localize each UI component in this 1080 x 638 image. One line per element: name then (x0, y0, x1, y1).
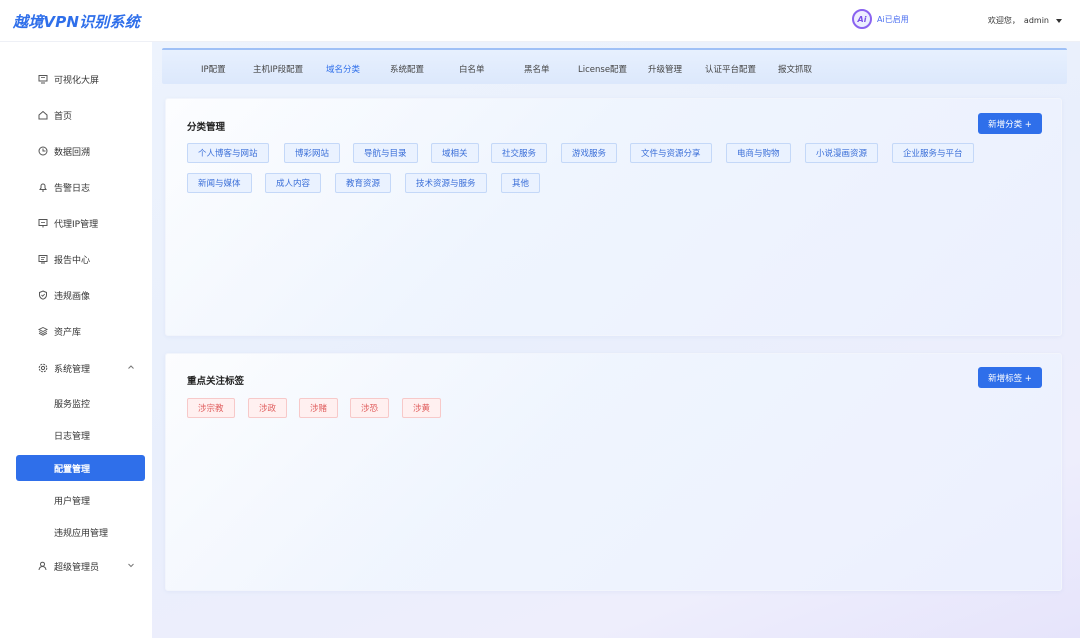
sidebar-item-violation-profile[interactable]: 违规画像 (16, 282, 145, 308)
sidebar-item-log-management[interactable]: 日志管理 (16, 422, 145, 448)
sidebar-item-label: 首页 (54, 111, 73, 122)
sidebar-item-data-trace[interactable]: 数据回溯 (16, 138, 145, 164)
focus-tags-card: 重点关注标签 新增标签 + 涉宗教 涉政 涉赌 涉恐 涉黄 (165, 353, 1062, 591)
focus-tag[interactable]: 涉黄 (402, 398, 442, 418)
sidebar-item-label: 资产库 (54, 327, 82, 338)
sidebar-item-asset-library[interactable]: 资产库 (16, 318, 145, 344)
tab-upgrade[interactable]: 升级管理 (648, 63, 682, 75)
sidebar-item-report-center[interactable]: 报告中心 (16, 246, 145, 272)
category-tag[interactable]: 博彩网站 (284, 143, 341, 163)
sidebar-item-label: 违规应用管理 (54, 528, 109, 539)
report-icon (38, 254, 48, 264)
sidebar: 可视化大屏 首页 数据回溯 告警日志 代理IP管理 报告中心 违规画像 资产库 … (0, 42, 152, 638)
tab-host-ip-range[interactable]: 主机IP段配置 (253, 63, 303, 75)
focus-tag[interactable]: 涉恐 (350, 398, 390, 418)
sidebar-item-system-management[interactable]: 系统管理 (16, 355, 145, 381)
welcome-text: 欢迎您， (987, 16, 1020, 25)
tab-system-config[interactable]: 系统配置 (390, 63, 424, 75)
sidebar-item-label: 服务监控 (54, 399, 91, 410)
sidebar-item-label: 违规画像 (54, 291, 91, 302)
focus-tag[interactable]: 涉政 (248, 398, 288, 418)
screen-icon (38, 74, 48, 84)
top-header: 越境VPN识别系统 Ai Ai已启用 欢迎您， admin (0, 0, 1080, 42)
tab-packet-capture[interactable]: 报文抓取 (778, 63, 812, 75)
sidebar-item-alert-log[interactable]: 告警日志 (16, 174, 145, 200)
category-tag[interactable]: 电商与购物 (726, 143, 791, 163)
user-menu[interactable]: 欢迎您， admin (988, 15, 1062, 26)
gear-icon (38, 363, 48, 373)
tab-license-config[interactable]: License配置 (578, 63, 627, 75)
shield-icon (38, 290, 48, 300)
sidebar-item-label: 代理IP管理 (54, 219, 99, 230)
sidebar-item-label: 系统管理 (54, 364, 91, 375)
card-title: 重点关注标签 (187, 376, 245, 387)
ai-status[interactable]: Ai Ai已启用 (852, 9, 909, 29)
category-tag[interactable]: 企业服务与平台 (892, 143, 974, 163)
card-title: 分类管理 (187, 122, 226, 133)
chevron-down-icon (127, 561, 135, 569)
caret-down-icon (1056, 18, 1062, 23)
category-tag[interactable]: 其他 (501, 173, 541, 193)
category-tag[interactable]: 游戏服务 (561, 143, 618, 163)
proxy-icon (38, 218, 48, 228)
focus-tag[interactable]: 涉宗教 (187, 398, 235, 418)
sidebar-item-label: 超级管理员 (54, 562, 100, 573)
sidebar-item-label: 数据回溯 (54, 147, 91, 158)
focus-tag[interactable]: 涉赌 (299, 398, 339, 418)
layers-icon (38, 326, 48, 336)
username: admin (1023, 16, 1049, 25)
sidebar-item-home[interactable]: 首页 (16, 102, 145, 128)
tab-ip-config[interactable]: IP配置 (201, 63, 226, 75)
user-icon (38, 561, 48, 571)
sidebar-item-label: 可视化大屏 (54, 75, 100, 86)
main-content: IP配置 主机IP段配置 域名分类 系统配置 白名单 黑名单 License配置… (152, 42, 1080, 638)
add-tag-button[interactable]: 新增标签 + (978, 367, 1042, 388)
sidebar-item-user-management[interactable]: 用户管理 (16, 487, 145, 513)
bell-icon (38, 182, 48, 192)
sidebar-item-config-management[interactable]: 配置管理 (16, 455, 145, 481)
clock-icon (38, 146, 48, 156)
sidebar-item-violation-app-management[interactable]: 违规应用管理 (16, 519, 145, 545)
ai-icon: Ai (852, 9, 872, 29)
category-tag[interactable]: 文件与资源分享 (630, 143, 712, 163)
sidebar-item-label: 日志管理 (54, 431, 91, 442)
tab-whitelist[interactable]: 白名单 (459, 63, 485, 75)
category-tag[interactable]: 技术资源与服务 (405, 173, 487, 193)
category-tag[interactable]: 教育资源 (335, 173, 392, 193)
add-category-button[interactable]: 新增分类 + (978, 113, 1042, 134)
category-management-card: 分类管理 新增分类 + 个人博客与网站 博彩网站 导航与目录 域相关 社交服务 … (165, 98, 1062, 336)
category-tag[interactable]: 域相关 (431, 143, 479, 163)
tab-domain-category[interactable]: 域名分类 (326, 63, 360, 75)
sidebar-item-proxy-ip[interactable]: 代理IP管理 (16, 210, 145, 236)
app-logo[interactable]: 越境VPN识别系统 (13, 11, 140, 32)
sidebar-item-label: 报告中心 (54, 255, 91, 266)
category-tag[interactable]: 小说漫画资源 (805, 143, 879, 163)
sidebar-item-service-monitor[interactable]: 服务监控 (16, 390, 145, 416)
sidebar-item-dashboard-screen[interactable]: 可视化大屏 (16, 66, 145, 92)
category-tag[interactable]: 个人博客与网站 (187, 143, 269, 163)
ai-status-label: Ai已启用 (877, 14, 909, 24)
category-tag[interactable]: 社交服务 (491, 143, 548, 163)
sidebar-item-label: 配置管理 (54, 464, 91, 475)
sidebar-item-super-admin[interactable]: 超级管理员 (16, 553, 145, 579)
sidebar-item-label: 告警日志 (54, 183, 91, 194)
config-tabs: IP配置 主机IP段配置 域名分类 系统配置 白名单 黑名单 License配置… (162, 48, 1067, 84)
sidebar-item-label: 用户管理 (54, 496, 91, 507)
tab-blacklist[interactable]: 黑名单 (524, 63, 550, 75)
tab-auth-platform[interactable]: 认证平台配置 (705, 63, 756, 75)
category-tag[interactable]: 成人内容 (265, 173, 322, 193)
home-icon (38, 110, 48, 120)
category-tag[interactable]: 导航与目录 (353, 143, 418, 163)
chevron-up-icon (127, 363, 135, 371)
category-tag[interactable]: 新闻与媒体 (187, 173, 252, 193)
